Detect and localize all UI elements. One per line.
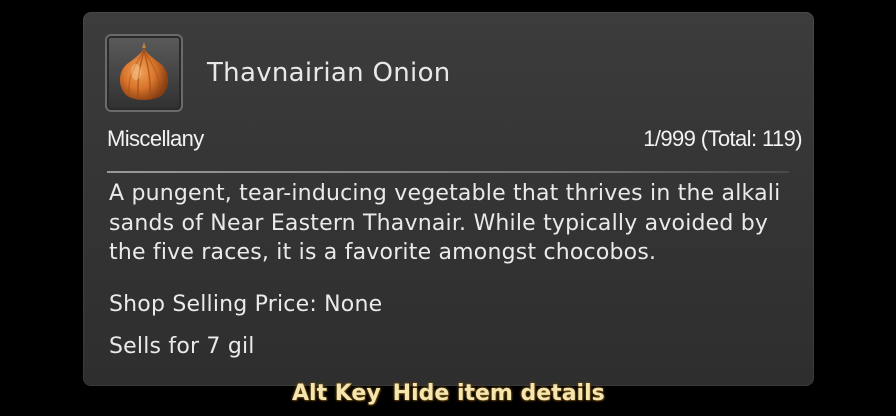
item-description: A pungent, tear-inducing vegetable that … [109, 181, 781, 265]
hint-key: Alt Key [292, 381, 381, 406]
sell-value: Sells for 7 gil [109, 334, 255, 359]
item-icon-slot [105, 34, 183, 112]
game-screen: Thavnairian Onion Miscellany 1/999 (Tota… [0, 0, 896, 416]
item-category: Miscellany [107, 126, 204, 151]
keybind-hint: Alt Key Hide item details [292, 381, 605, 406]
item-name: Thavnairian Onion [207, 58, 451, 88]
item-tooltip: Thavnairian Onion Miscellany 1/999 (Tota… [83, 12, 814, 386]
divider [107, 171, 789, 173]
hint-action: Hide item details [392, 381, 605, 406]
item-stack-count: 1/999 (Total: 119) [643, 126, 802, 151]
onion-icon [119, 42, 169, 100]
shop-selling-price: Shop Selling Price: None [109, 292, 383, 317]
